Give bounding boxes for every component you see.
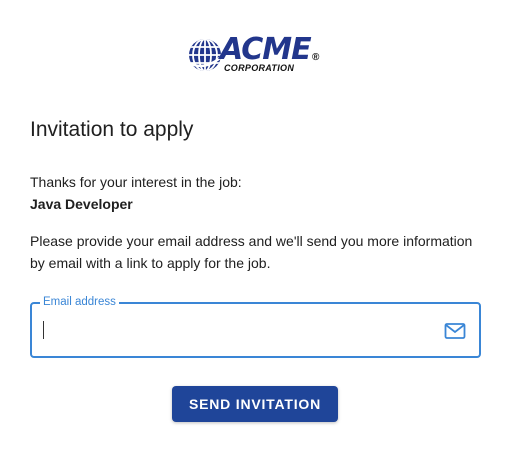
job-title: Java Developer [30, 196, 133, 212]
logo-subtitle: CORPORATION [224, 63, 295, 73]
logo-wordmark: ACME [220, 32, 312, 67]
email-input[interactable] [42, 318, 432, 342]
page-title: Invitation to apply [30, 118, 194, 141]
globe-icon [188, 39, 222, 71]
email-field-label: Email address [40, 295, 119, 309]
intro-text: Thanks for your interest in the job: [30, 174, 242, 190]
send-invitation-button[interactable]: SEND INVITATION [172, 386, 338, 422]
mail-icon [444, 323, 466, 339]
acme-logo: ACME CORPORATION ® [187, 32, 327, 77]
email-field[interactable]: Email address [30, 295, 481, 358]
description-text: Please provide your email address and we… [30, 233, 473, 271]
registered-mark: ® [312, 52, 320, 63]
text-caret [43, 321, 44, 339]
